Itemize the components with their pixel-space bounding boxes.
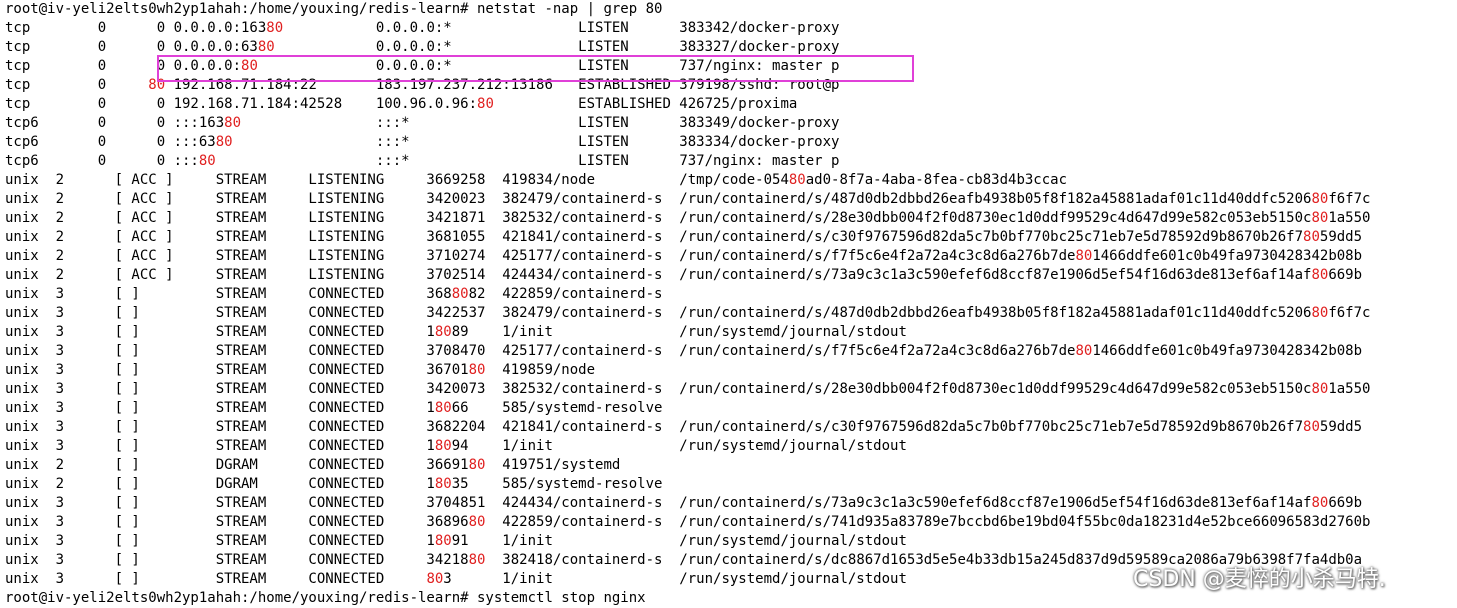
netstat-output-line: unix 2 [ ACC ] STREAM LISTENING 3702514 … xyxy=(5,267,1363,283)
grep-match: 80 xyxy=(468,552,486,568)
netstat-output-line: unix 3 [ ] STREAM CONNECTED 3682204 4218… xyxy=(5,419,1363,435)
grep-match: 80 xyxy=(788,172,806,188)
grep-match: 80 xyxy=(266,20,284,36)
terminal-command-line: root@iv-yeli2elts0wh2yp1ahah:/home/youxi… xyxy=(5,590,646,606)
grep-match: 80 xyxy=(477,96,494,112)
grep-match: 80 xyxy=(257,39,275,55)
grep-match: 80 xyxy=(1303,419,1320,435)
netstat-output-line: tcp6 0 0 :::80 :::* LISTEN 737/nginx: ma… xyxy=(5,153,840,169)
grep-match: 80 xyxy=(198,153,216,169)
grep-match: 80 xyxy=(1303,229,1320,245)
csdn-watermark: CSDN @麦悴的小杀马特. xyxy=(1133,567,1386,592)
grep-match: 80 xyxy=(468,362,486,378)
netstat-output-line: unix 3 [ ] STREAM CONNECTED 18089 1/init… xyxy=(5,324,907,340)
grep-match: 80 xyxy=(434,400,452,416)
grep-match: 80 xyxy=(434,438,452,454)
netstat-output-line: unix 2 [ ] DGRAM CONNECTED 3669180 41975… xyxy=(5,457,621,473)
grep-match: 80 xyxy=(434,324,452,340)
netstat-output-line: tcp 0 0 0.0.0.0:16380 0.0.0.0:* LISTEN 3… xyxy=(5,20,840,36)
grep-match: 80 xyxy=(468,457,486,473)
netstat-output-line: unix 2 [ ACC ] STREAM LISTENING 3421871 … xyxy=(5,210,1371,226)
netstat-output-line: unix 2 [ ACC ] STREAM LISTENING 3681055 … xyxy=(5,229,1363,245)
grep-match: 80 xyxy=(1311,381,1329,397)
grep-match: 80 xyxy=(1075,343,1093,359)
grep-match: 80 xyxy=(1311,495,1329,511)
grep-match: 80 xyxy=(434,533,452,549)
netstat-output-line: unix 2 [ ] DGRAM CONNECTED 18035 585/sys… xyxy=(5,476,663,492)
netstat-output-line: tcp6 0 0 :::6380 :::* LISTEN 383334/dock… xyxy=(5,134,840,150)
annotation-highlight-box xyxy=(157,55,914,82)
netstat-output-line: tcp 0 0 192.168.71.184:42528 100.96.0.96… xyxy=(5,96,798,112)
grep-match: 80 xyxy=(224,115,242,131)
netstat-output-line: unix 3 [ ] STREAM CONNECTED 18094 1/init… xyxy=(5,438,907,454)
netstat-output-line: unix 3 [ ] STREAM CONNECTED 3670180 4198… xyxy=(5,362,596,378)
grep-match: 80 xyxy=(451,286,469,302)
netstat-output-line: tcp6 0 0 :::16380 :::* LISTEN 383349/doc… xyxy=(5,115,840,131)
grep-match: 80 xyxy=(1075,248,1093,264)
netstat-output-line: unix 3 [ ] STREAM CONNECTED 3689680 4228… xyxy=(5,514,1371,530)
grep-match: 80 xyxy=(1311,267,1329,283)
netstat-output-line: unix 3 [ ] STREAM CONNECTED 18091 1/init… xyxy=(5,533,907,549)
grep-match: 80 xyxy=(1311,305,1329,321)
netstat-output-line: unix 2 [ ACC ] STREAM LISTENING 3420023 … xyxy=(5,191,1371,207)
netstat-output-line: unix 3 [ ] STREAM CONNECTED 3704851 4244… xyxy=(5,495,1363,511)
netstat-output-line: unix 3 [ ] STREAM CONNECTED 3420073 3825… xyxy=(5,381,1371,397)
grep-match: 80 xyxy=(215,134,233,150)
netstat-output-line: unix 3 [ ] STREAM CONNECTED 18066 585/sy… xyxy=(5,400,663,416)
netstat-output-line: unix 3 [ ] STREAM CONNECTED 3708470 4251… xyxy=(5,343,1363,359)
netstat-output-line: unix 2 [ ACC ] STREAM LISTENING 3710274 … xyxy=(5,248,1363,264)
terminal-window[interactable]: root@iv-yeli2elts0wh2yp1ahah:/home/youxi… xyxy=(0,0,1457,607)
grep-match: 80 xyxy=(434,476,452,492)
grep-match: 80 xyxy=(426,571,444,587)
netstat-output-line: unix 2 [ ACC ] STREAM LISTENING 3669258 … xyxy=(5,172,1068,188)
terminal-command-line: root@iv-yeli2elts0wh2yp1ahah:/home/youxi… xyxy=(5,1,663,17)
grep-match: 80 xyxy=(1311,210,1329,226)
netstat-output-line: unix 3 [ ] STREAM CONNECTED 3422537 3824… xyxy=(5,305,1371,321)
grep-match: 80 xyxy=(1311,191,1329,207)
grep-match: 80 xyxy=(468,514,486,530)
netstat-output-line: unix 3 [ ] STREAM CONNECTED 3688082 4228… xyxy=(5,286,663,302)
netstat-output-line: unix 3 [ ] STREAM CONNECTED 803 1/init /… xyxy=(5,571,907,587)
